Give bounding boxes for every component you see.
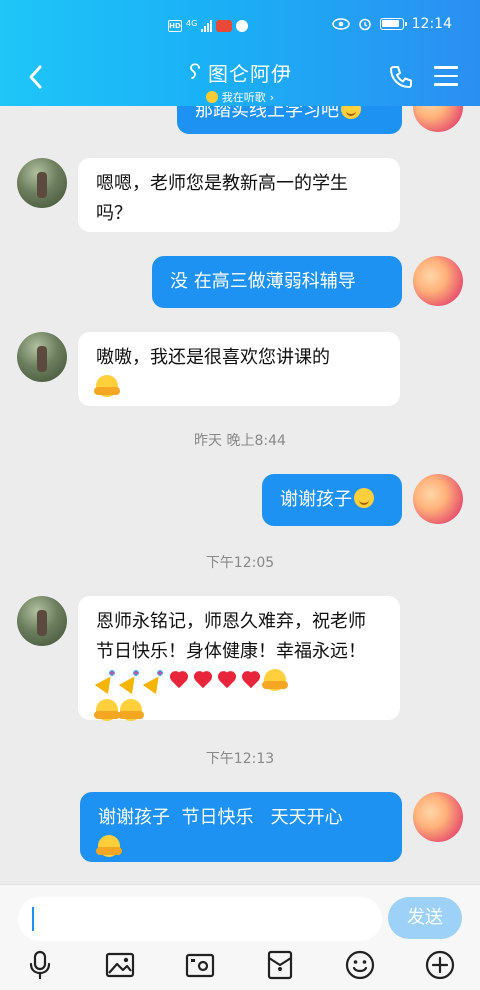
- timestamp: 下午12:13: [205, 751, 275, 767]
- chat-header: HD 4G 12:14 图仑阿伊 我在听歌 ›: [0, 0, 480, 106]
- camera-icon[interactable]: [184, 949, 216, 981]
- plus-icon[interactable]: [424, 949, 456, 981]
- hug-emoji-icon: [94, 699, 120, 721]
- message-bubble-incoming[interactable]: 嗷嗷，我还是很喜欢您讲课的: [78, 332, 400, 406]
- message-input[interactable]: [18, 897, 382, 941]
- hug-emoji-icon: [118, 699, 144, 721]
- eye-icon: [331, 18, 350, 30]
- heart-emoji-icon: [240, 670, 262, 690]
- heart-emoji-icon: [192, 670, 214, 690]
- my-avatar[interactable]: [413, 474, 463, 524]
- red-packet-icon[interactable]: [264, 949, 296, 981]
- mic-icon[interactable]: [24, 949, 56, 981]
- party-popper-emoji-icon: [96, 669, 118, 691]
- hd-icon: HD: [168, 20, 182, 32]
- image-icon[interactable]: [104, 949, 136, 981]
- composer-toolbar: [0, 947, 480, 987]
- my-avatar[interactable]: [413, 792, 463, 842]
- send-arrow-icon: [236, 20, 249, 32]
- contact-status[interactable]: 我在听歌 ›: [0, 89, 480, 105]
- text-caret: [32, 907, 34, 931]
- message-bubble-outgoing[interactable]: 谢谢孩子 节日快乐 天天开心: [80, 792, 402, 862]
- contact-name: 图仑阿伊: [208, 62, 292, 86]
- composer-bar: 发送: [0, 884, 480, 990]
- smile-emoji-icon: [354, 488, 374, 508]
- party-popper-emoji-icon: [144, 669, 166, 691]
- chevron-right-icon: ›: [269, 90, 275, 104]
- timestamp: 昨天 晚上8:44: [194, 433, 286, 449]
- heart-emoji-icon: [168, 670, 190, 690]
- hug-emoji-icon: [262, 669, 288, 691]
- phone-icon[interactable]: [388, 64, 414, 90]
- chat-area: 那踏实线上学习吧 嗯嗯，老师您是教新高一的学生吗？ 没 在高三做薄弱科辅导 嗷嗷…: [0, 0, 480, 884]
- battery-icon: [379, 18, 407, 30]
- emoji-icon[interactable]: [344, 949, 376, 981]
- signal-icon: [201, 20, 213, 32]
- status-bar: HD 4G 12:14: [0, 16, 480, 42]
- message-bubble-outgoing[interactable]: 谢谢孩子: [262, 474, 402, 526]
- send-button[interactable]: 发送: [388, 897, 462, 939]
- message-bubble-outgoing[interactable]: 没 在高三做薄弱科辅导: [152, 256, 402, 308]
- notification-app-icon: [216, 20, 233, 32]
- alarm-icon: [358, 18, 371, 31]
- party-popper-emoji-icon: [120, 669, 142, 691]
- timestamp: 下午12:05: [205, 555, 275, 571]
- smiley-icon: [205, 91, 218, 103]
- contact-avatar[interactable]: [17, 596, 67, 646]
- status-time: 12:14: [411, 16, 452, 32]
- contact-avatar[interactable]: [17, 332, 67, 382]
- message-bubble-incoming[interactable]: 恩师永铭记，师恩久难弃，祝老师节日快乐！身体健康！幸福永远！: [78, 596, 400, 721]
- my-avatar[interactable]: [413, 256, 463, 306]
- hug-emoji-icon: [96, 835, 122, 857]
- message-bubble-incoming[interactable]: 嗯嗯，老师您是教新高一的学生吗？: [78, 158, 400, 232]
- network-type: 4G: [186, 18, 198, 28]
- ear-icon: [188, 61, 202, 86]
- contact-avatar[interactable]: [17, 158, 67, 208]
- heart-emoji-icon: [216, 670, 238, 690]
- hug-emoji-icon: [94, 375, 120, 397]
- menu-icon[interactable]: [434, 66, 458, 86]
